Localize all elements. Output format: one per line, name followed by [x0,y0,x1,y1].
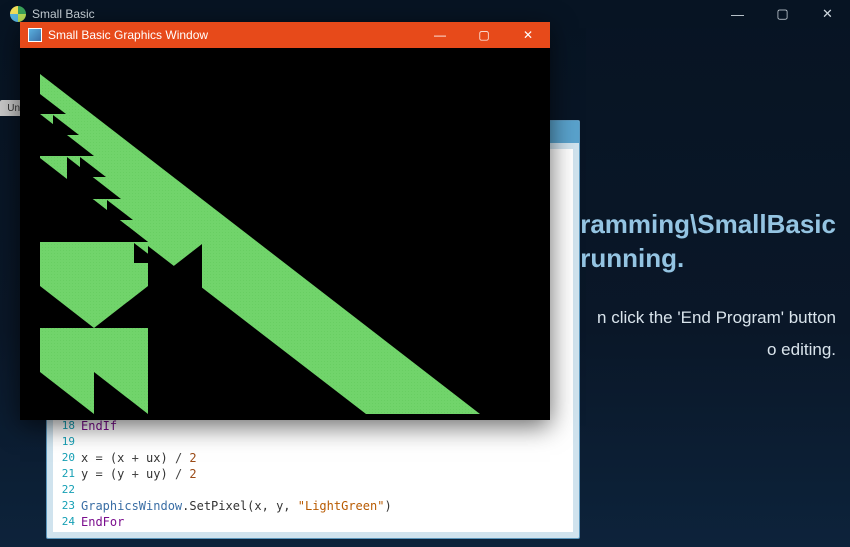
gfx-maximize-button[interactable]: ▢ [462,22,506,48]
graphics-titlebar[interactable]: Small Basic Graphics Window — ▢ ✕ [20,22,550,48]
code-line[interactable]: 19 [53,434,573,450]
fractal-hole-icon [67,136,93,156]
fractal-hole-icon [80,157,106,177]
fractal-hole-icon [202,329,256,371]
line-number: 18 [53,418,81,434]
graphics-window: Small Basic Graphics Window — ▢ ✕ [20,22,550,420]
sierpinski-triangle-icon [40,74,480,414]
graphics-canvas [20,48,550,420]
fractal-hole-icon [188,329,214,349]
fractal-hole-icon [94,244,202,328]
fractal-hole-icon [94,372,148,414]
line-number: 21 [53,466,81,482]
fractal-hole-icon [40,372,94,414]
fractal-hole-icon [40,94,66,114]
fractal-hole-icon [161,286,187,306]
fractal-hole-icon [67,157,121,199]
fractal-hole-icon [229,394,255,414]
fractal-hole-icon [202,351,228,371]
line-number: 23 [53,498,81,514]
fractal-hole-icon [148,246,366,414]
ide-close-button[interactable]: ✕ [805,0,850,28]
fractal-hole-icon [53,115,79,135]
small-basic-logo-icon [10,6,26,22]
code-line[interactable]: 21y = (y + uy) / 2 [53,466,573,482]
code-line[interactable]: 18EndIf [53,418,573,434]
program-running-heading: ramming\SmallBasic running. [580,208,836,276]
line-number: 20 [53,450,81,466]
fractal-hole-icon [94,200,148,242]
graphics-title: Small Basic Graphics Window [48,28,418,42]
line-number: 24 [53,514,81,530]
fractal-hole-icon [134,243,160,263]
fractal-hole-icon [148,265,174,285]
gfx-minimize-button[interactable]: — [418,22,462,48]
ide-maximize-button[interactable]: ▢ [760,0,805,28]
fractal-hole-icon [175,308,201,328]
code-line[interactable]: 22 [53,482,573,498]
fractal-hole-icon [107,200,133,220]
code-line[interactable]: 23GraphicsWindow.SetPixel(x, y, "LightGr… [53,498,573,514]
ide-title: Small Basic [32,7,715,21]
code-text: x = (x + ux) / 2 [81,450,197,466]
code-text: y = (y + uy) / 2 [81,466,197,482]
line-number: 19 [53,434,81,450]
graphics-window-icon [28,28,42,42]
fractal-hole-icon [40,114,94,156]
fractal-hole-icon [40,158,148,242]
fractal-hole-icon [148,286,202,328]
code-line[interactable]: 20x = (x + ux) / 2 [53,450,573,466]
code-text: EndFor [81,514,124,530]
running-hint-1: n click the 'End Program' button [597,308,836,328]
ide-minimize-button[interactable]: — [715,0,760,28]
fractal-hole-icon [120,222,146,242]
code-line[interactable]: 24EndFor [53,514,573,530]
running-path-fragment: ramming\SmallBasic [580,208,836,242]
code-text: EndIf [81,418,117,434]
fractal-hole-icon [215,372,241,392]
line-number: 22 [53,482,81,498]
running-hint-2: o editing. [767,340,836,360]
code-text: GraphicsWindow.SetPixel(x, y, "LightGree… [81,498,392,514]
fractal-hole-icon [94,179,120,199]
fractal-hole-icon [40,286,94,328]
fractal-hole-icon [256,372,310,414]
gfx-close-button[interactable]: ✕ [506,22,550,48]
running-label: running. [580,242,836,276]
